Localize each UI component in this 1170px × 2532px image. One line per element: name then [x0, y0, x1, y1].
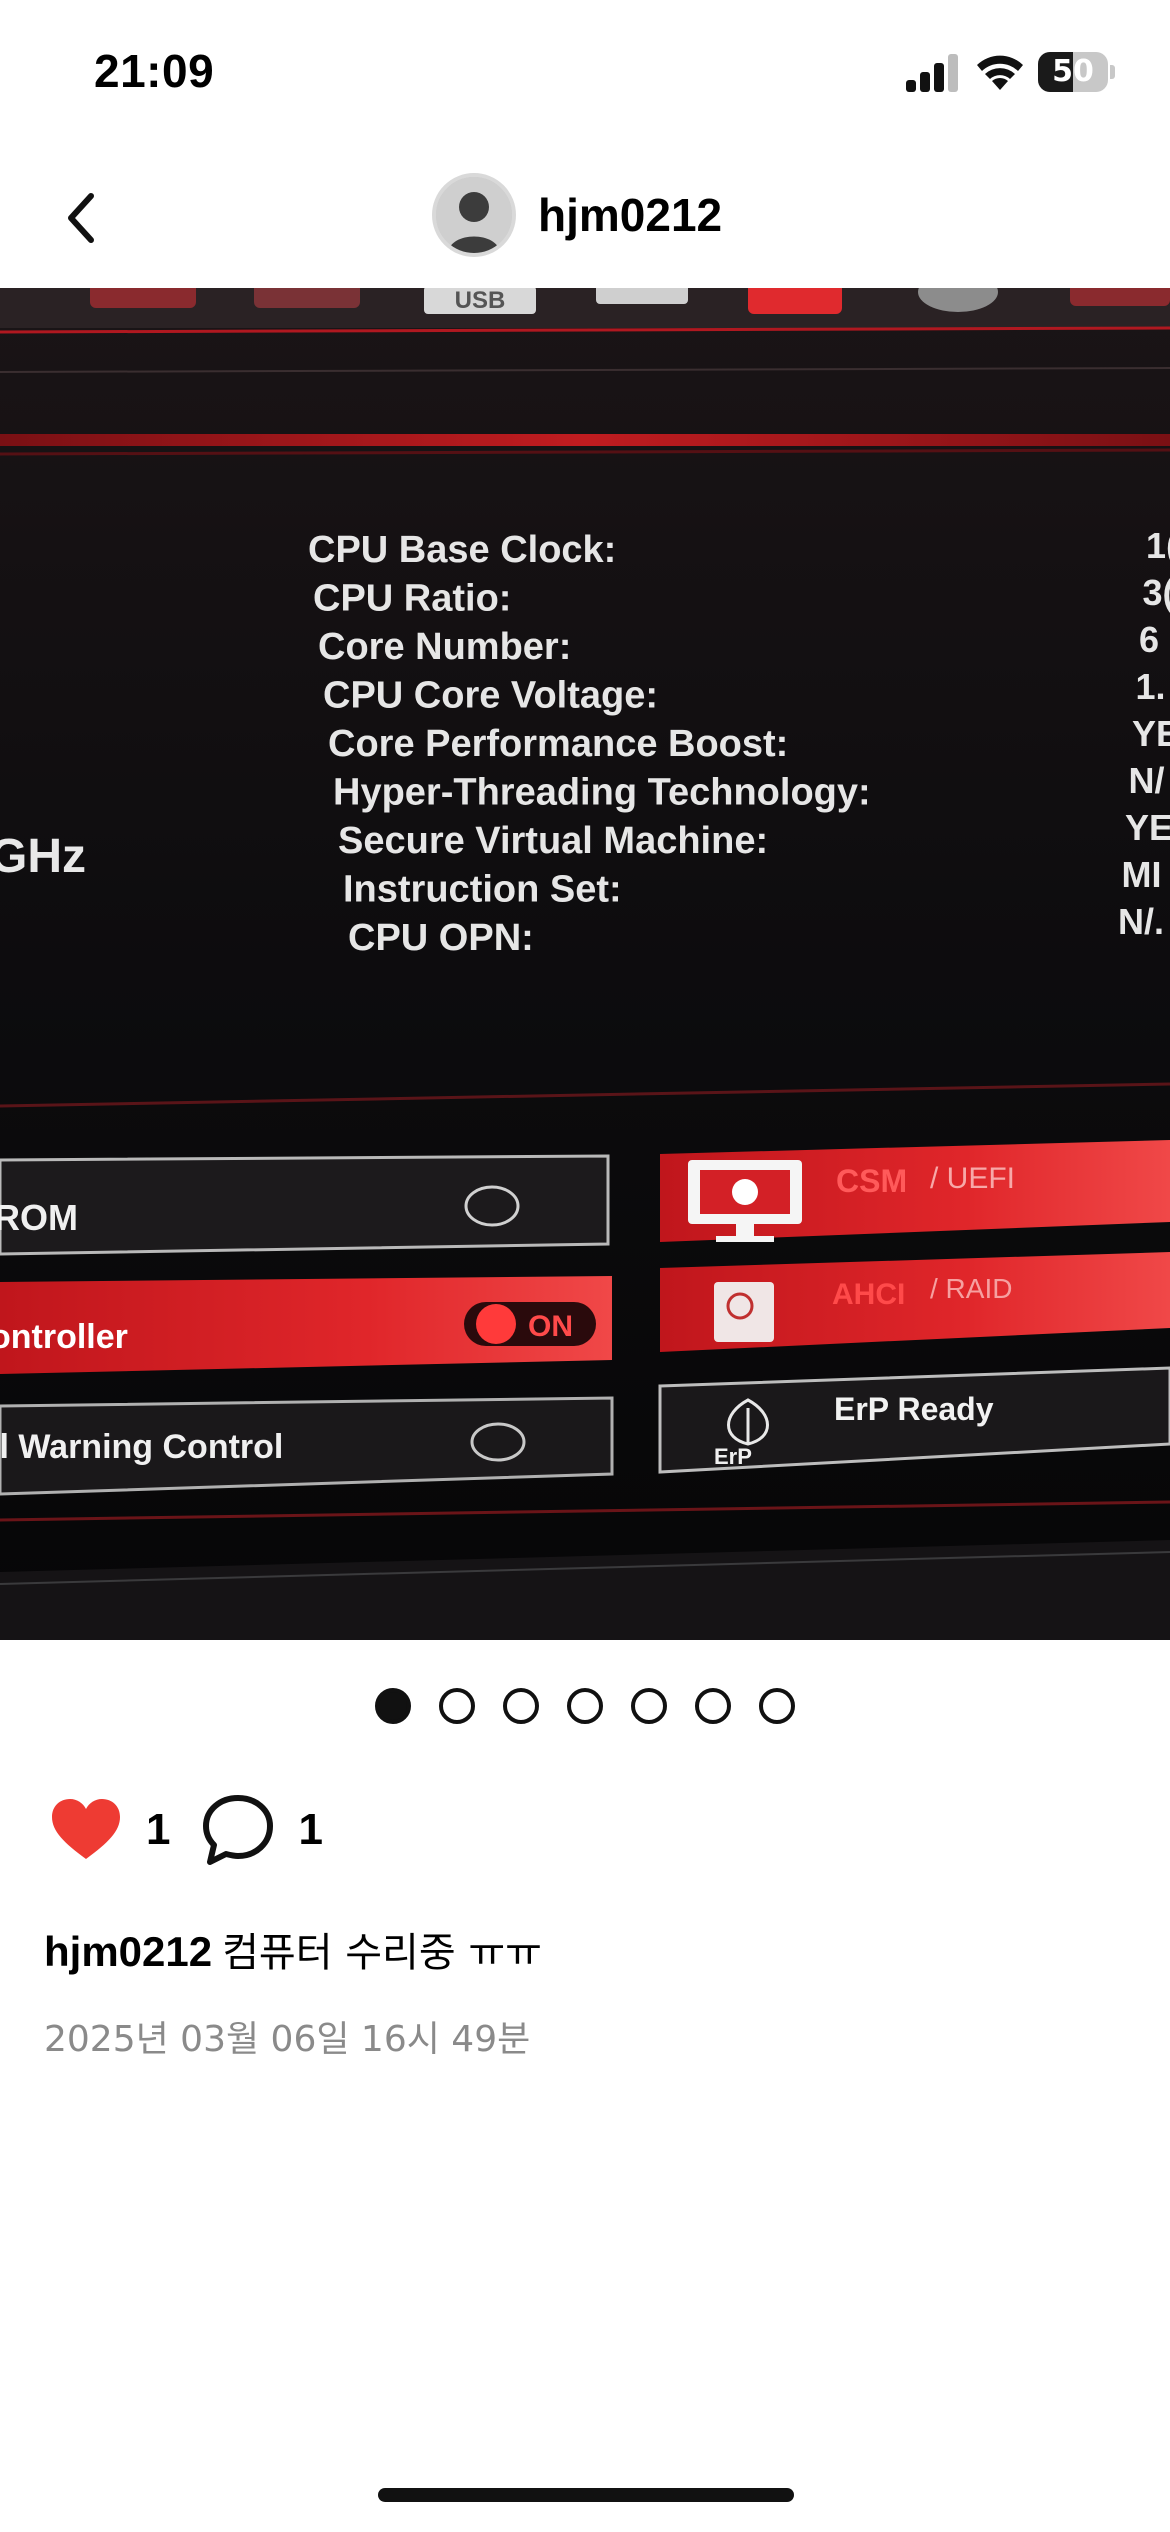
- cpu-info-label: CPU Base Clock:: [308, 529, 616, 571]
- cpu-info-label: Core Performance Boost:: [328, 723, 788, 765]
- carousel-dot[interactable]: [631, 1688, 667, 1724]
- home-indicator[interactable]: [378, 2488, 794, 2502]
- cpu-info-label: CPU Ratio:: [313, 578, 511, 620]
- ahci-label: AHCI: [832, 1278, 905, 1311]
- header-user[interactable]: hjm0212: [432, 172, 722, 258]
- cpu-info-value: 1.: [1136, 666, 1166, 707]
- cpu-info-value: 1(: [1146, 525, 1170, 566]
- erp-icon-label: ErP: [714, 1444, 752, 1469]
- post-header: hjm0212: [0, 150, 1170, 286]
- default-avatar-icon: [436, 177, 512, 253]
- raid-label: / RAID: [930, 1273, 1012, 1304]
- cpu-info-value: YE: [1132, 713, 1170, 754]
- uefi-label: / UEFI: [930, 1162, 1015, 1195]
- like-count[interactable]: 1: [146, 1805, 170, 1855]
- cpu-info-value: 6: [1139, 619, 1159, 660]
- battery-label: 50: [1052, 54, 1094, 89]
- heart-icon: [52, 1799, 120, 1859]
- avatar[interactable]: [432, 173, 516, 257]
- cpu-info-label: Core Number:: [318, 626, 571, 668]
- erp-ready-label: ErP Ready: [834, 1391, 994, 1427]
- carousel-dot[interactable]: [503, 1688, 539, 1724]
- csm-label: CSM: [836, 1163, 907, 1199]
- cpu-info-value: MI: [1122, 854, 1162, 895]
- cpu-info-value: YE: [1125, 807, 1170, 848]
- usb-label: USB: [455, 288, 506, 314]
- carousel-dots: [0, 1688, 1170, 1728]
- carousel-dot[interactable]: [695, 1688, 731, 1724]
- status-time: 21:09: [94, 45, 215, 97]
- rom-tile-label: ROM: [0, 1197, 78, 1238]
- comment-button[interactable]: [198, 1790, 278, 1870]
- chevron-left-icon: [68, 193, 94, 243]
- carousel-dot[interactable]: [759, 1688, 795, 1724]
- cpu-info-label: Secure Virtual Machine:: [338, 820, 768, 862]
- post-photo[interactable]: USB GHz CPU Base Clock: 1( CPU Ratio: 3( Cor…: [0, 288, 1170, 1640]
- cpu-info-value: N/.: [1118, 901, 1164, 942]
- cellular-signal-icon: [906, 54, 958, 92]
- cpu-info-value: 3(: [1143, 572, 1170, 613]
- caption-username[interactable]: hjm0212: [44, 1928, 212, 1975]
- caption-text: 컴퓨터 수리중 ㅠㅠ: [222, 1930, 542, 1976]
- comment-bubble-icon: [203, 1795, 274, 1865]
- bios-screen-photo: USB GHz CPU Base Clock: 1( CPU Ratio: 3( Cor…: [0, 288, 1170, 1640]
- wifi-icon: [977, 55, 1023, 90]
- on-label: ON: [528, 1310, 573, 1343]
- carousel-dot[interactable]: [567, 1688, 603, 1724]
- status-bar: 21:09 50: [0, 0, 1170, 140]
- like-button[interactable]: [46, 1790, 126, 1870]
- cpu-info-label: Hyper-Threading Technology:: [333, 772, 871, 814]
- post-timestamp: 2025년 03월 06일 16시 49분: [44, 2019, 531, 2060]
- header-username[interactable]: hjm0212: [538, 188, 722, 242]
- cpu-info-label: CPU Core Voltage:: [323, 675, 658, 717]
- controller-tile-label: ontroller: [0, 1318, 128, 1356]
- ghz-text: GHz: [0, 830, 86, 883]
- carousel-dot[interactable]: [375, 1688, 411, 1724]
- comment-count[interactable]: 1: [298, 1805, 322, 1855]
- post-actions: 1 1: [46, 1790, 351, 1870]
- cpu-info-label: Instruction Set:: [343, 869, 622, 911]
- cpu-info-label: CPU OPN:: [348, 917, 534, 959]
- carousel-dot[interactable]: [439, 1688, 475, 1724]
- post-caption: hjm0212 컴퓨터 수리중 ㅠㅠ: [44, 1920, 542, 1978]
- cpu-info-value: N/: [1129, 760, 1165, 801]
- post-detail-screen: 21:09 50 hjm0212 USB GHz CPU Base Clock:…: [0, 0, 1170, 2532]
- battery-icon: 50: [1038, 52, 1115, 92]
- back-button[interactable]: [46, 178, 116, 258]
- warning-tile-label: il Warning Control: [0, 1428, 283, 1466]
